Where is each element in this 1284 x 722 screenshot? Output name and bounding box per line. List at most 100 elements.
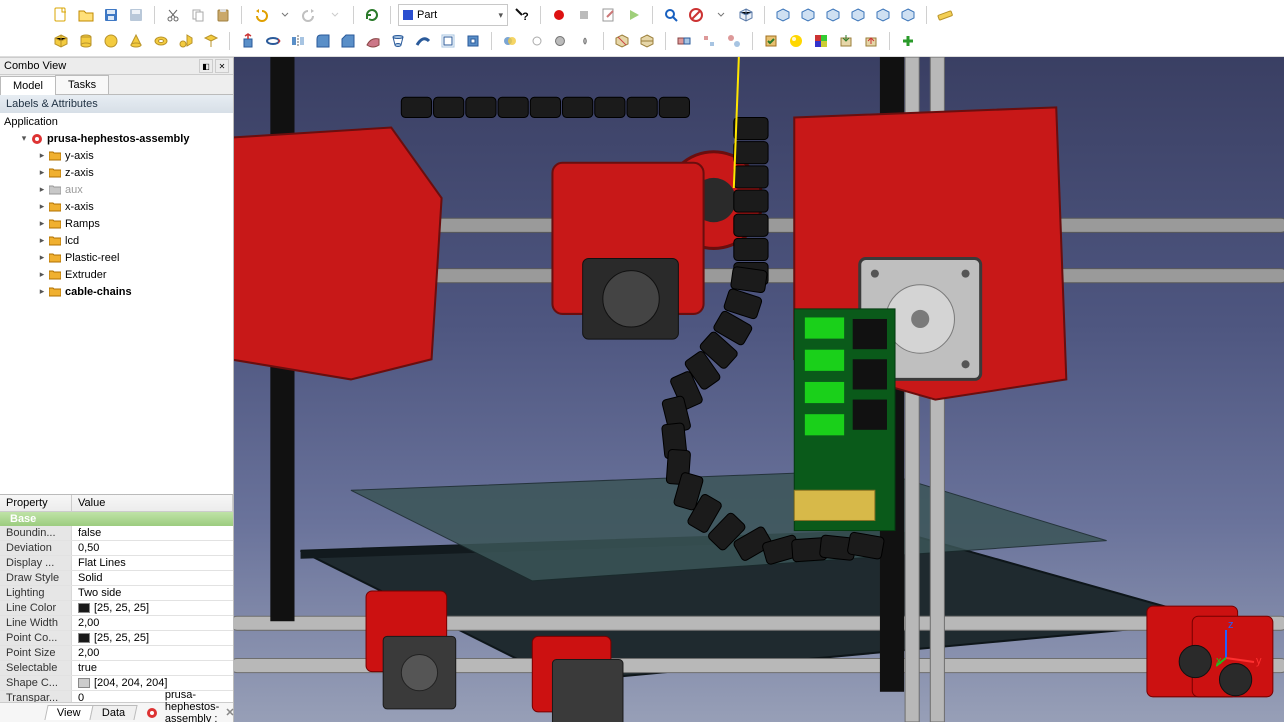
mirror-button[interactable] <box>287 30 309 52</box>
tree-node-z-axis[interactable]: ▸z-axis <box>0 164 233 181</box>
view-front-button[interactable] <box>772 4 794 26</box>
add-button[interactable] <box>897 30 919 52</box>
expand-arrow-icon[interactable]: ▸ <box>36 150 48 161</box>
macro-run-button[interactable] <box>623 4 645 26</box>
part-shapebuilder-button[interactable] <box>200 30 222 52</box>
property-row[interactable]: Line Color[25, 25, 25] <box>0 601 233 616</box>
appearance-button[interactable] <box>785 30 807 52</box>
property-grid-body[interactable]: BaseBoundin...falseDeviation0,50Display … <box>0 512 233 702</box>
workbench-selector[interactable]: Part ▾ <box>398 4 508 26</box>
zoom-fit-button[interactable] <box>660 4 682 26</box>
tree-node-x-axis[interactable]: ▸x-axis <box>0 198 233 215</box>
copy-button[interactable] <box>187 4 209 26</box>
part-torus-button[interactable] <box>150 30 172 52</box>
expand-arrow-icon[interactable]: ▸ <box>36 269 48 280</box>
cut-bool-button[interactable] <box>524 30 546 52</box>
tab-data[interactable]: Data <box>89 705 137 720</box>
property-row[interactable]: Point Size2,00 <box>0 646 233 661</box>
combo-view-close-button[interactable]: ✕ <box>215 59 229 73</box>
part-cylinder-button[interactable] <box>75 30 97 52</box>
property-row[interactable]: Display ...Flat Lines <box>0 556 233 571</box>
check-geometry-button[interactable] <box>760 30 782 52</box>
union-button[interactable] <box>549 30 571 52</box>
part-cone-button[interactable] <box>125 30 147 52</box>
offset-button[interactable] <box>437 30 459 52</box>
macro-stop-button[interactable] <box>573 4 595 26</box>
tree-node-aux[interactable]: ▸aux <box>0 181 233 198</box>
expand-arrow-icon[interactable]: ▸ <box>36 184 48 195</box>
property-row[interactable]: Draw StyleSolid <box>0 571 233 586</box>
measure-button[interactable] <box>934 4 956 26</box>
part-cube-button[interactable] <box>50 30 72 52</box>
cross-sections-button[interactable] <box>636 30 658 52</box>
explode-compound-button[interactable] <box>698 30 720 52</box>
macro-edit-button[interactable] <box>598 4 620 26</box>
expand-arrow-icon[interactable]: ▸ <box>36 201 48 212</box>
expand-arrow-icon[interactable]: ▸ <box>36 252 48 263</box>
property-row[interactable]: Selectabletrue <box>0 661 233 676</box>
3d-viewport[interactable]: z y x <box>234 57 1284 722</box>
view-left-button[interactable] <box>897 4 919 26</box>
undo-dropdown[interactable] <box>274 4 296 26</box>
tree-node-Plastic-reel[interactable]: ▸Plastic-reel <box>0 249 233 266</box>
tree-node-document[interactable]: ▾ prusa-hephestos-assembly <box>0 130 233 147</box>
loft-button[interactable] <box>387 30 409 52</box>
view-iso-button[interactable] <box>735 4 757 26</box>
tree-node-lcd[interactable]: ▸lcd <box>0 232 233 249</box>
import-button[interactable] <box>835 30 857 52</box>
extrude-button[interactable] <box>237 30 259 52</box>
property-row[interactable]: Line Width2,00 <box>0 616 233 631</box>
export-button[interactable] <box>860 30 882 52</box>
paste-button[interactable] <box>212 4 234 26</box>
boolean-button[interactable] <box>499 30 521 52</box>
view-rear-button[interactable] <box>847 4 869 26</box>
cut-button[interactable] <box>162 4 184 26</box>
section-button[interactable] <box>611 30 633 52</box>
tree-node-y-axis[interactable]: ▸y-axis <box>0 147 233 164</box>
tab-view[interactable]: View <box>44 705 93 720</box>
draw-style-button[interactable] <box>685 4 707 26</box>
tab-model[interactable]: Model <box>0 76 56 95</box>
property-row[interactable]: Deviation0,50 <box>0 541 233 556</box>
expand-arrow-icon[interactable]: ▸ <box>36 235 48 246</box>
redo-dropdown[interactable] <box>324 4 346 26</box>
expand-arrow-icon[interactable]: ▾ <box>18 133 30 144</box>
part-primitives-button[interactable] <box>175 30 197 52</box>
macro-record-button[interactable] <box>548 4 570 26</box>
expand-arrow-icon[interactable]: ▸ <box>36 286 48 297</box>
thickness-button[interactable] <box>462 30 484 52</box>
set-colors-button[interactable] <box>810 30 832 52</box>
open-file-button[interactable] <box>75 4 97 26</box>
refresh-button[interactable] <box>361 4 383 26</box>
view-bottom-button[interactable] <box>872 4 894 26</box>
tree-node-Ramps[interactable]: ▸Ramps <box>0 215 233 232</box>
expand-arrow-icon[interactable]: ▸ <box>36 167 48 178</box>
compound-button[interactable] <box>673 30 695 52</box>
property-row[interactable]: Boundin...false <box>0 526 233 541</box>
property-row[interactable]: Point Co...[25, 25, 25] <box>0 631 233 646</box>
tab-tasks[interactable]: Tasks <box>55 75 109 94</box>
combo-view-float-button[interactable]: ◧ <box>199 59 213 73</box>
view-right-button[interactable] <box>822 4 844 26</box>
property-row[interactable]: LightingTwo side <box>0 586 233 601</box>
revolve-button[interactable] <box>262 30 284 52</box>
undo-button[interactable] <box>249 4 271 26</box>
fillet-button[interactable] <box>312 30 334 52</box>
new-file-button[interactable] <box>50 4 72 26</box>
view-top-button[interactable] <box>797 4 819 26</box>
tree-node-application[interactable]: Application <box>0 113 233 130</box>
save-as-button[interactable] <box>125 4 147 26</box>
save-button[interactable] <box>100 4 122 26</box>
compound-filter-button[interactable] <box>723 30 745 52</box>
whats-this-button[interactable]: ? <box>511 4 533 26</box>
expand-arrow-icon[interactable]: ▸ <box>36 218 48 229</box>
ruled-surface-button[interactable] <box>362 30 384 52</box>
part-sphere-button[interactable] <box>100 30 122 52</box>
common-button[interactable] <box>574 30 596 52</box>
chamfer-button[interactable] <box>337 30 359 52</box>
tree-node-Extruder[interactable]: ▸Extruder <box>0 266 233 283</box>
model-tree[interactable]: Application ▾ prusa-hephestos-assembly ▸… <box>0 113 233 494</box>
redo-button[interactable] <box>299 4 321 26</box>
draw-style-dropdown[interactable] <box>710 4 732 26</box>
sweep-button[interactable] <box>412 30 434 52</box>
